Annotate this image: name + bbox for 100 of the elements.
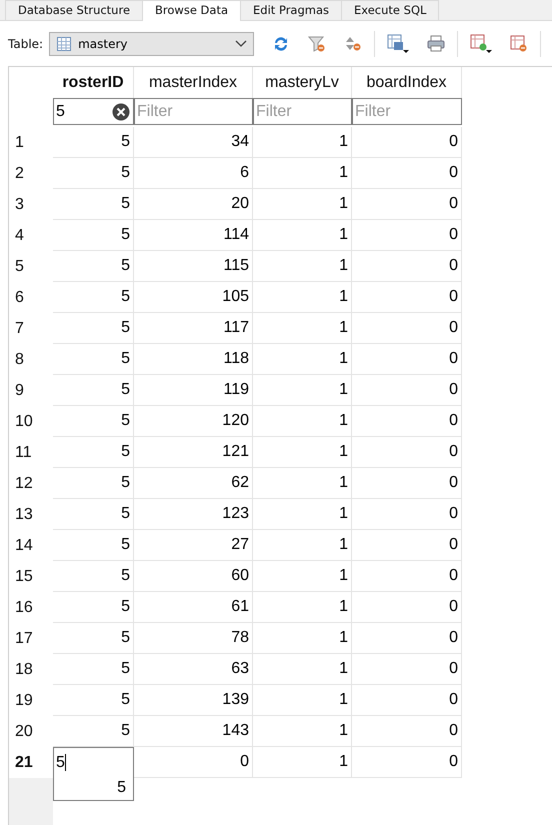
table-cell: 1	[253, 716, 352, 747]
table-cell: 0	[352, 282, 462, 313]
table-cell: 123	[134, 499, 253, 530]
table-cell: 1	[253, 561, 352, 592]
table-cell: 5	[53, 375, 134, 406]
table-cell: 1	[253, 189, 352, 220]
table-cell: 5	[53, 468, 134, 499]
table-cell: 1	[253, 592, 352, 623]
table-cell: 118	[134, 344, 253, 375]
table-cell: 0	[352, 716, 462, 747]
table-cell: 1	[253, 685, 352, 716]
table-cell: 0	[352, 189, 462, 220]
table-cell: 61	[134, 592, 253, 623]
filter-field[interactable]: 5	[53, 98, 134, 125]
table-cell: 0	[352, 530, 462, 561]
table-cell: 0	[352, 158, 462, 189]
table-cell: 5	[53, 220, 134, 251]
table-cell: 78	[134, 623, 253, 654]
table-cell: 60	[134, 561, 253, 592]
table-cell: 0	[352, 468, 462, 499]
table-cell: 1	[253, 437, 352, 468]
table-cell: 62	[134, 468, 253, 499]
table-cell: 1	[253, 747, 352, 778]
table-cell: 34	[134, 127, 253, 158]
table-cell: 63	[134, 654, 253, 685]
table-cell: 121	[134, 437, 253, 468]
table-cell: 0	[352, 685, 462, 716]
table-cell: 1	[253, 158, 352, 189]
table-cell: 1	[253, 127, 352, 158]
table-cell: 6	[134, 158, 253, 189]
table-cell: 1	[253, 499, 352, 530]
table-cell: 5	[53, 158, 134, 189]
table-cell: 117	[134, 313, 253, 344]
table-cell: 5	[53, 685, 134, 716]
table-cell: 0	[352, 747, 462, 778]
table-cell: 5	[53, 251, 134, 282]
table-cell: 1	[253, 220, 352, 251]
table-cell: 0	[352, 499, 462, 530]
table-cell: 5	[53, 592, 134, 623]
table-cell: 0	[352, 437, 462, 468]
table-remove-icon	[510, 34, 528, 52]
table-cell: 119	[134, 375, 253, 406]
table-icon	[56, 36, 72, 52]
table-cell: 5	[53, 127, 134, 158]
table-cell: 1	[253, 251, 352, 282]
table-cell: 0	[352, 251, 462, 282]
table-cell: 5	[53, 406, 134, 437]
table-dropdown[interactable]: mastery	[49, 32, 254, 56]
table-cell: 1	[253, 654, 352, 685]
table-cell: 1	[253, 375, 352, 406]
table-cell: 5	[53, 282, 134, 313]
table-cell: 0	[352, 654, 462, 685]
chevron-down-icon	[235, 40, 248, 48]
table-cell: 105	[134, 282, 253, 313]
table-cell: 5	[53, 654, 134, 685]
tab[interactable]: Execute SQL	[341, 0, 440, 20]
tab[interactable]: Database Structure	[5, 0, 144, 20]
table-cell: 5	[53, 499, 134, 530]
filter-field[interactable]: Filter	[253, 98, 352, 125]
table-cell: 0	[352, 313, 462, 344]
table-label: Table:	[8, 36, 44, 50]
table-cell: 115	[134, 251, 253, 282]
table-cell: 0	[352, 220, 462, 251]
filter-field[interactable]: Filter	[134, 98, 253, 125]
table-cell: 0	[352, 127, 462, 158]
table-cell: 0	[352, 375, 462, 406]
table-cell: 120	[134, 406, 253, 437]
tab[interactable]: Browse Data	[142, 0, 242, 22]
table-cell: 5	[53, 313, 134, 344]
table-cell: 0	[352, 406, 462, 437]
table-cell: 1	[253, 468, 352, 499]
cell-editor[interactable]: 5	[53, 747, 134, 778]
table-cell: 139	[134, 685, 253, 716]
table-cell: 5	[53, 623, 134, 654]
table-cell: 5	[53, 437, 134, 468]
table-cell: 1	[253, 623, 352, 654]
filter-icon	[308, 34, 326, 52]
table-cell: 0	[134, 747, 253, 778]
autocomplete-item[interactable]: 5	[54, 777, 133, 800]
table-cell: 0	[352, 623, 462, 654]
table-cell: 114	[134, 220, 253, 251]
table-cell: 0	[352, 344, 462, 375]
table-cell: 0	[352, 561, 462, 592]
table-cell: 5	[53, 344, 134, 375]
table-save-icon	[387, 34, 410, 54]
table-cell: 1	[253, 282, 352, 313]
table-cell: 1	[253, 406, 352, 437]
table-add-icon	[470, 34, 492, 54]
filter-field[interactable]: Filter	[352, 98, 462, 125]
table-cell: 20	[134, 189, 253, 220]
table-cell: 5	[53, 561, 134, 592]
clear-icon	[112, 103, 130, 121]
sort-icon	[344, 34, 362, 52]
table-cell: 0	[352, 592, 462, 623]
table-cell: 5	[53, 189, 134, 220]
table-cell: 1	[253, 313, 352, 344]
printer-icon	[427, 34, 446, 52]
table-cell: 143	[134, 716, 253, 747]
table-cell: 5	[53, 530, 134, 561]
table-cell: 1	[253, 344, 352, 375]
